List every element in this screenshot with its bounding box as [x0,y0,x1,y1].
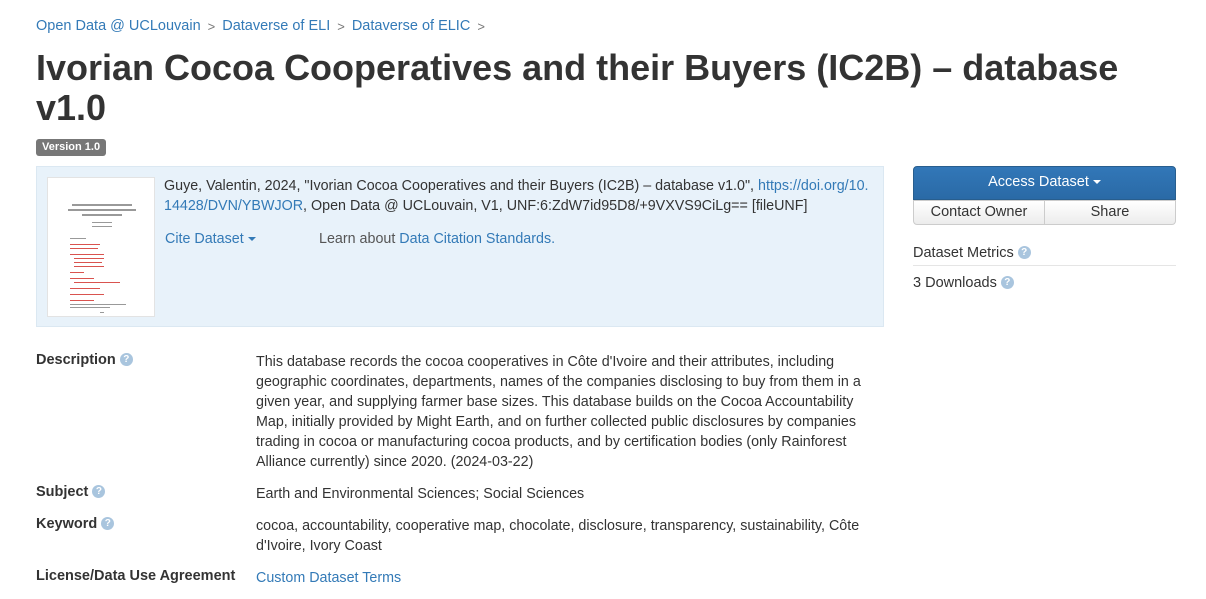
caret-down-icon [247,237,256,242]
keyword-label: Keyword? [36,516,115,532]
learn-about-citation: Learn about Data Citation Standards. [319,231,555,247]
breadcrumb-link-elic[interactable]: Dataverse of ELIC [352,18,470,34]
license-value-container: Custom Dataset Terms [256,568,886,588]
cite-dataset-label: Cite Dataset [165,231,244,247]
breadcrumb-separator: > [207,18,216,34]
breadcrumb-separator: > [337,18,345,34]
page-title: Ivorian Cocoa Cooperatives and their Buy… [36,47,1119,128]
contact-owner-button[interactable]: Contact Owner [913,200,1045,225]
downloads-count: 3 Downloads? [913,275,1014,291]
breadcrumb-link-eli[interactable]: Dataverse of ELI [222,18,330,34]
citation-text-after: , Open Data @ UCLouvain, V1, UNF:6:ZdW7i… [303,198,808,214]
version-badge: Version 1.0 [36,139,107,156]
help-icon[interactable]: ? [1017,245,1031,259]
subject-label: Subject? [36,484,106,500]
custom-dataset-terms-link[interactable]: Custom Dataset Terms [256,570,401,586]
breadcrumb: Open Data @ UCLouvain > Dataverse of ELI… [36,18,492,34]
help-icon[interactable]: ? [119,352,133,366]
breadcrumb-link-open-data[interactable]: Open Data @ UCLouvain [36,18,201,34]
citation-box: Guye, Valentin, 2024, "Ivorian Cocoa Coo… [36,166,884,327]
downloads-label: 3 Downloads [913,275,997,291]
dataset-metrics-title: Dataset Metrics? [913,245,1176,266]
license-label: License/Data Use Agreement [36,568,236,584]
description-label-text: Description [36,352,116,368]
subject-value: Earth and Environmental Sciences; Social… [256,486,585,502]
data-citation-standards-link[interactable]: Data Citation Standards. [399,231,555,247]
owner-share-group: Contact Owner Share [913,200,1176,225]
access-dataset-label: Access Dataset [988,174,1089,190]
access-dataset-button[interactable]: Access Dataset [913,166,1176,200]
help-icon[interactable]: ? [92,484,106,498]
description-value: This database records the cocoa cooperat… [256,354,861,470]
help-icon[interactable]: ? [1000,275,1014,289]
dataset-thumbnail[interactable] [47,177,155,317]
learn-prefix: Learn about [319,231,400,247]
breadcrumb-separator: > [477,18,485,34]
keyword-label-text: Keyword [36,516,98,532]
subject-label-text: Subject [36,484,89,500]
dataset-metrics-label: Dataset Metrics [913,245,1014,261]
keyword-value: cocoa, accountability, cooperative map, … [256,518,860,554]
share-button[interactable]: Share [1045,200,1176,225]
help-icon[interactable]: ? [101,516,115,530]
description-label: Description? [36,352,133,368]
citation-text-before: Guye, Valentin, 2024, "Ivorian Cocoa Coo… [164,178,759,194]
citation-text: Guye, Valentin, 2024, "Ivorian Cocoa Coo… [164,176,876,216]
caret-down-icon [1092,180,1101,185]
cite-dataset-dropdown[interactable]: Cite Dataset [165,231,256,247]
